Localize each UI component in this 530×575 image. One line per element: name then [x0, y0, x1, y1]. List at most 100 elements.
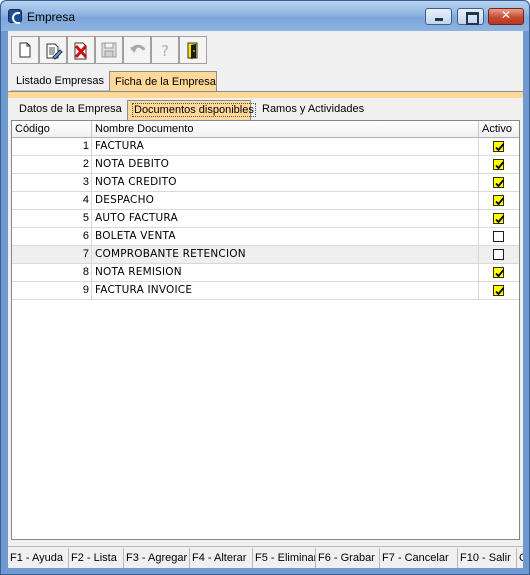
check-icon: [495, 161, 505, 170]
title-bar[interactable]: Empresa ✕: [1, 1, 529, 31]
tab-listado-empresas[interactable]: Listado Empresas: [11, 71, 109, 91]
client-area: ? Listado Empresas Ficha de la Empresa D…: [8, 31, 523, 568]
tab-ficha-empresa[interactable]: Ficha de la Empresa: [109, 71, 217, 92]
tab-band: [8, 91, 523, 98]
new-button[interactable]: [11, 36, 39, 64]
maximize-button[interactable]: [457, 8, 484, 25]
cell-activo: [479, 192, 519, 210]
tab-documentos-label: Documentos disponibles: [132, 103, 256, 117]
outer-tab-strip: Listado Empresas Ficha de la Empresa: [11, 71, 221, 92]
save-icon: [101, 42, 117, 58]
cell-nombre[interactable]: NOTA CREDITO: [92, 174, 479, 192]
cell-nombre[interactable]: FACTURA INVOICE: [92, 282, 479, 300]
cell-nombre[interactable]: BOLETA VENTA: [92, 228, 479, 246]
svg-text:?: ?: [161, 42, 169, 58]
table-row[interactable]: 4 DESPACHO: [12, 192, 519, 210]
undo-icon: [130, 44, 146, 53]
close-icon: ✕: [500, 8, 512, 22]
window-title: Empresa: [27, 10, 76, 24]
activo-checkbox[interactable]: [493, 141, 505, 152]
delete-icon: [74, 42, 88, 60]
cell-activo: [479, 138, 519, 156]
table-row[interactable]: 9 FACTURA INVOICE: [12, 282, 519, 300]
fkey-alterar-button[interactable]: F4 - Alterar: [190, 548, 253, 568]
inner-tab-strip: Datos de la Empresa Documentos disponibl…: [11, 98, 521, 120]
cell-activo: [479, 264, 519, 282]
table-row[interactable]: 1 FACTURA: [12, 138, 519, 156]
cell-codigo[interactable]: 4: [12, 192, 92, 210]
tab-documentos-disponibles[interactable]: Documentos disponibles: [127, 100, 256, 120]
edit-button[interactable]: [39, 36, 67, 64]
delete-button[interactable]: [67, 36, 95, 64]
fkey-lista-button[interactable]: F2 - Lista: [69, 548, 124, 568]
cell-activo: [479, 174, 519, 192]
activo-checkbox[interactable]: [493, 213, 505, 224]
activo-checkbox[interactable]: [493, 249, 504, 260]
cell-codigo[interactable]: 3: [12, 174, 92, 192]
cell-nombre[interactable]: NOTA DEBITO: [92, 156, 479, 174]
cell-nombre[interactable]: DESPACHO: [92, 192, 479, 210]
cell-nombre[interactable]: AUTO FACTURA: [92, 210, 479, 228]
check-icon: [495, 269, 505, 278]
cell-codigo[interactable]: 5: [12, 210, 92, 228]
fkey-ayuda-button[interactable]: F1 - Ayuda: [8, 548, 69, 568]
help-button[interactable]: ?: [151, 36, 179, 64]
cell-nombre[interactable]: NOTA REMISION: [92, 264, 479, 282]
activo-checkbox[interactable]: [493, 177, 505, 188]
check-icon: [495, 215, 505, 224]
undo-button[interactable]: [123, 36, 151, 64]
activo-checkbox[interactable]: [493, 285, 505, 296]
function-key-bar: F1 - Ayuda F2 - Lista F3 - Agregar F4 - Alt…: [8, 546, 523, 568]
fkey-salir-button[interactable]: F10 - Salir: [458, 548, 517, 568]
column-header-nombre[interactable]: Nombre Documento: [92, 121, 479, 138]
fkey-grabar-button[interactable]: F6 - Grabar: [316, 548, 380, 568]
save-button[interactable]: [95, 36, 123, 64]
activo-checkbox[interactable]: [493, 195, 505, 206]
column-header-codigo[interactable]: Código: [12, 121, 92, 138]
check-icon: [495, 143, 505, 152]
table-row[interactable]: 7 COMPROBANTE RETENCION: [12, 246, 519, 264]
table-row[interactable]: 8 NOTA REMISION: [12, 264, 519, 282]
cell-codigo[interactable]: 9: [12, 282, 92, 300]
table-row[interactable]: 5 AUTO FACTURA: [12, 210, 519, 228]
fkey-extra-button[interactable]: C: [517, 548, 523, 568]
help-icon: ?: [161, 42, 169, 58]
table-row[interactable]: 3 NOTA CREDITO: [12, 174, 519, 192]
cell-codigo[interactable]: 6: [12, 228, 92, 246]
cell-activo: [479, 210, 519, 228]
cell-codigo[interactable]: 7: [12, 246, 92, 264]
fkey-agregar-button[interactable]: F3 - Agregar: [124, 548, 190, 568]
activo-checkbox[interactable]: [493, 231, 504, 242]
exit-button[interactable]: [179, 36, 207, 64]
cell-activo: [479, 156, 519, 174]
grid-header: Código Nombre Documento Activo: [12, 121, 519, 138]
close-button[interactable]: ✕: [488, 8, 524, 25]
cell-activo: [479, 228, 519, 246]
exit-door-icon: [187, 42, 198, 59]
cell-codigo[interactable]: 1: [12, 138, 92, 156]
table-row[interactable]: 2 NOTA DEBITO: [12, 156, 519, 174]
fkey-eliminar-button[interactable]: F5 - Eliminar: [253, 548, 316, 568]
edit-document-icon: [46, 43, 63, 60]
cell-activo: [479, 282, 519, 300]
cell-nombre[interactable]: FACTURA: [92, 138, 479, 156]
new-document-icon: [19, 42, 31, 58]
cell-codigo[interactable]: 8: [12, 264, 92, 282]
tab-ramos-actividades[interactable]: Ramos y Actividades: [258, 100, 368, 120]
app-icon: [8, 9, 22, 24]
minimize-button[interactable]: [425, 8, 452, 25]
cell-codigo[interactable]: 2: [12, 156, 92, 174]
empresa-window: Empresa ✕ ? Listado Empresas Ficha de la…: [0, 0, 530, 575]
activo-checkbox[interactable]: [493, 159, 505, 170]
activo-checkbox[interactable]: [493, 267, 505, 278]
fkey-cancelar-button[interactable]: F7 - Cancelar: [380, 548, 458, 568]
column-header-activo[interactable]: Activo: [479, 121, 519, 138]
check-icon: [495, 179, 505, 188]
documents-grid: Código Nombre Documento Activo 1 FACTURA 2…: [11, 120, 520, 540]
table-row[interactable]: 6 BOLETA VENTA: [12, 228, 519, 246]
check-icon: [495, 197, 505, 206]
check-icon: [495, 287, 505, 296]
toolbar: ?: [11, 36, 221, 64]
tab-datos-empresa[interactable]: Datos de la Empresa: [15, 100, 128, 120]
cell-nombre[interactable]: COMPROBANTE RETENCION: [92, 246, 479, 264]
